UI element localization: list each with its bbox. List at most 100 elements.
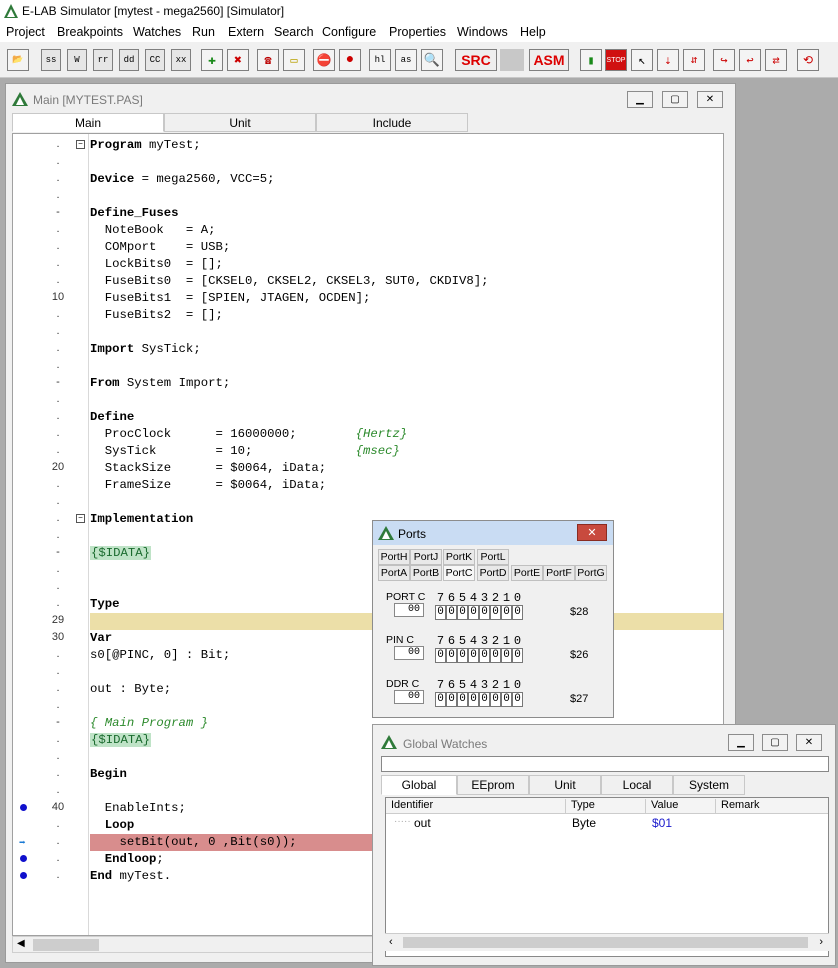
tab-portk[interactable]: PortK (443, 549, 475, 565)
code-line[interactable]: ProcClock = 16000000; {Hertz} (90, 426, 408, 443)
bit-cell[interactable]: 0 (468, 648, 479, 663)
gutter-line[interactable]: . (13, 188, 89, 205)
gutter-line[interactable]: . (13, 698, 89, 715)
gutter-line[interactable]: . (13, 239, 89, 256)
code-line[interactable]: NoteBook = A; (90, 222, 216, 239)
tab-portl[interactable]: PortL (477, 549, 509, 565)
gutter-line[interactable]: . (13, 341, 89, 358)
code-line[interactable]: Var (90, 630, 112, 647)
scrollbar-thumb[interactable] (403, 937, 808, 948)
gutter-line[interactable]: 29 (13, 613, 89, 630)
code-line[interactable]: Import SysTick; (90, 341, 201, 358)
bit-cell[interactable]: 0 (468, 605, 479, 620)
blank-button[interactable] (500, 49, 524, 71)
code-line[interactable]: EnableInts; (90, 800, 186, 817)
gutter-line[interactable]: . (13, 851, 89, 868)
col-remark[interactable]: Remark (716, 799, 830, 814)
animate-icon[interactable]: ⇄ (765, 49, 787, 71)
breakpoint-icon[interactable] (20, 872, 27, 879)
add-watch-icon[interactable]: ✚ (201, 49, 223, 71)
toolbar-w-button[interactable]: W (67, 49, 87, 71)
gutter-line[interactable]: . (13, 256, 89, 273)
stop-icon[interactable]: STOP (605, 49, 627, 71)
bit-cell[interactable]: 0 (490, 648, 501, 663)
menu-project[interactable]: Project (6, 25, 45, 39)
bit-cell[interactable]: 0 (457, 692, 468, 707)
bit-cell[interactable]: 0 (457, 605, 468, 620)
gutter-line[interactable]: . (13, 171, 89, 188)
code-line[interactable]: SysTick = 10; {msec} (90, 443, 400, 460)
menu-breakpoints[interactable]: Breakpoints (57, 25, 123, 39)
code-line[interactable]: FuseBits0 = [CKSEL0, CKSEL2, CKSEL3, SUT… (90, 273, 489, 290)
breakpoint-icon[interactable] (20, 855, 27, 862)
tab-main[interactable]: Main (12, 113, 164, 132)
gutter-line[interactable]: . (13, 494, 89, 511)
step-over-icon[interactable]: ⇵ (683, 49, 705, 71)
code-line[interactable]: {$IDATA} (90, 732, 152, 749)
menu-help[interactable]: Help (520, 25, 546, 39)
ports-close-button[interactable]: ✕ (577, 524, 607, 541)
gutter-line[interactable]: . (13, 307, 89, 324)
col-identifier[interactable]: Identifier (386, 799, 566, 814)
stop-circle-icon[interactable]: ● (339, 49, 361, 71)
bit-cell[interactable]: 0 (512, 692, 523, 707)
tab-portg[interactable]: PortG (575, 565, 607, 581)
watches-horizontal-scrollbar[interactable]: ‹ › (385, 933, 829, 951)
code-line[interactable]: Define_Fuses (90, 205, 179, 222)
code-line[interactable]: End myTest. (90, 868, 171, 885)
bit-cell[interactable]: 0 (446, 692, 457, 707)
menu-watches[interactable]: Watches (133, 25, 181, 39)
gutter-line[interactable]: . (13, 817, 89, 834)
code-line[interactable]: Implementation (90, 511, 193, 528)
toolbar-dd-button[interactable]: dd (119, 49, 139, 71)
bit-cell[interactable]: 0 (435, 605, 446, 620)
code-line[interactable]: Endloop; (90, 851, 164, 868)
watches-tab-system[interactable]: System (673, 775, 745, 795)
tab-porth[interactable]: PortH (378, 549, 410, 565)
reset-icon[interactable]: ⟲ (797, 49, 819, 71)
src-view-button[interactable]: SRC (455, 49, 497, 71)
gutter-line[interactable]: . (13, 647, 89, 664)
tab-portd[interactable]: PortD (477, 565, 509, 581)
gutter-line[interactable]: - (13, 715, 89, 732)
bit-cell[interactable]: 0 (435, 692, 446, 707)
code-line[interactable]: Loop (90, 817, 135, 834)
toolbar-xx-button[interactable]: xx (171, 49, 191, 71)
code-line[interactable]: out : Byte; (90, 681, 171, 698)
gutter-line[interactable]: 10 (13, 290, 89, 307)
watches-close-button[interactable]: ✕ (796, 734, 822, 751)
gutter-line[interactable]: . (13, 528, 89, 545)
code-line[interactable]: FuseBits1 = [SPIEN, JTAGEN, OCDEN]; (90, 290, 371, 307)
menu-properties[interactable]: Properties (389, 25, 446, 39)
gutter-line[interactable]: - (13, 205, 89, 222)
delete-watch-icon[interactable]: ✖ (227, 49, 249, 71)
bit-cell[interactable]: 0 (479, 692, 490, 707)
gutter-line[interactable]: . (13, 562, 89, 579)
gutter-line[interactable]: . (13, 579, 89, 596)
phone-icon[interactable]: ☎ (257, 49, 279, 71)
tab-portb[interactable]: PortB (410, 565, 442, 581)
gutter-line[interactable]: . (13, 783, 89, 800)
gutter-line[interactable]: 40 (13, 800, 89, 817)
gutter-line[interactable]: . (13, 443, 89, 460)
watches-tab-local[interactable]: Local (601, 775, 673, 795)
gutter-line[interactable]: . (13, 596, 89, 613)
bit-cell[interactable]: 0 (457, 648, 468, 663)
register-hex-value[interactable]: 00 (394, 603, 424, 617)
no-entry-icon[interactable]: ⛔ (313, 49, 335, 71)
bit-cell[interactable]: 0 (435, 648, 446, 663)
code-line[interactable]: Begin (90, 766, 127, 783)
code-line[interactable]: Device = mega2560, VCC=5; (90, 171, 275, 188)
code-line[interactable]: FrameSize = $0064, iData; (90, 477, 326, 494)
step-into-icon[interactable]: ⇣ (657, 49, 679, 71)
code-line[interactable]: FuseBits2 = []; (90, 307, 223, 324)
col-type[interactable]: Type (566, 799, 646, 814)
code-line[interactable]: Program myTest; (90, 137, 201, 154)
register-hex-value[interactable]: 00 (394, 646, 424, 660)
tab-include[interactable]: Include (316, 113, 468, 132)
bit-cell[interactable]: 0 (512, 605, 523, 620)
gutter-line[interactable]: . (13, 766, 89, 783)
gutter-line[interactable]: . − (13, 137, 89, 154)
maximize-button[interactable]: ▢ (662, 91, 688, 108)
bit-cell[interactable]: 0 (446, 648, 457, 663)
